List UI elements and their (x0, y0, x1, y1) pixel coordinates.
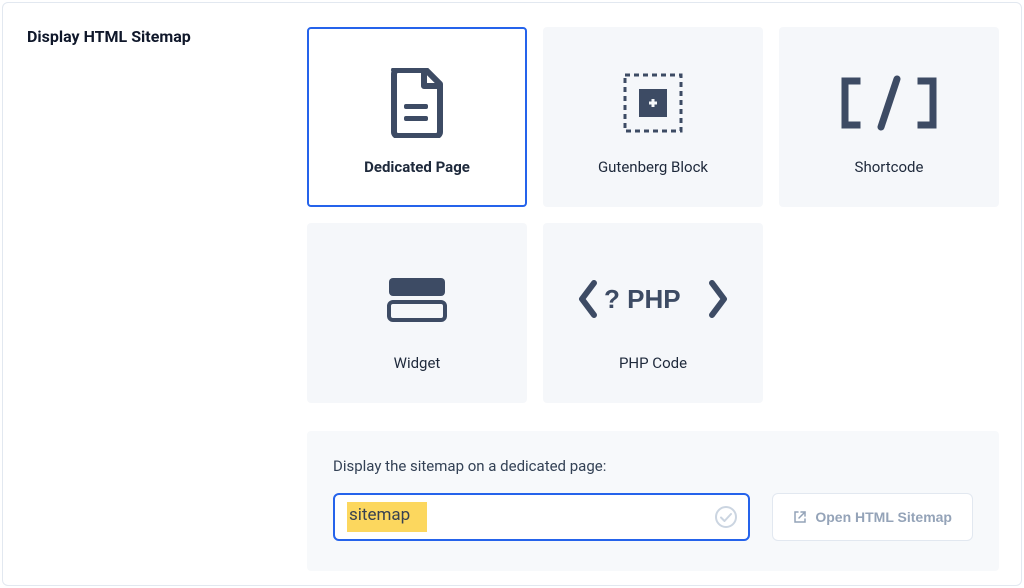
check-circle-icon (714, 505, 738, 529)
page-icon (388, 58, 446, 148)
tile-widget[interactable]: Widget (307, 223, 527, 403)
svg-text:? PHP: ? PHP (604, 284, 681, 314)
shortcode-icon (837, 58, 941, 148)
section-label-column: Display HTML Sitemap (27, 27, 307, 561)
settings-row: sitemap Open HTML Site (333, 493, 973, 541)
tile-gutenberg-block[interactable]: Gutenberg Block (543, 27, 763, 207)
dedicated-page-settings: Display the sitemap on a dedicated page:… (307, 431, 999, 571)
php-icon: ? PHP (578, 254, 728, 344)
tile-label: Shortcode (855, 158, 924, 176)
tile-dedicated-page[interactable]: Dedicated Page (307, 27, 527, 207)
sitemap-slug-input-wrap: sitemap (333, 493, 750, 541)
tile-label: PHP Code (619, 354, 687, 372)
tile-label: Gutenberg Block (598, 158, 708, 176)
section-title: Display HTML Sitemap (27, 27, 307, 46)
widget-icon (385, 254, 449, 344)
block-icon (617, 58, 689, 148)
open-html-sitemap-button[interactable]: Open HTML Sitemap (772, 493, 973, 541)
external-link-icon (793, 510, 807, 524)
settings-panel: Display HTML Sitemap Dedicated Page (2, 2, 1022, 586)
sitemap-slug-input[interactable] (333, 493, 750, 541)
tile-label: Dedicated Page (364, 158, 470, 176)
section-content: Dedicated Page Gutenberg Block (307, 27, 999, 561)
open-button-label: Open HTML Sitemap (815, 509, 952, 525)
settings-description: Display the sitemap on a dedicated page: (333, 457, 973, 475)
tile-shortcode[interactable]: Shortcode (779, 27, 999, 207)
display-mode-tiles: Dedicated Page Gutenberg Block (307, 27, 999, 403)
tile-label: Widget (394, 354, 441, 372)
tile-php-code[interactable]: ? PHP PHP Code (543, 223, 763, 403)
